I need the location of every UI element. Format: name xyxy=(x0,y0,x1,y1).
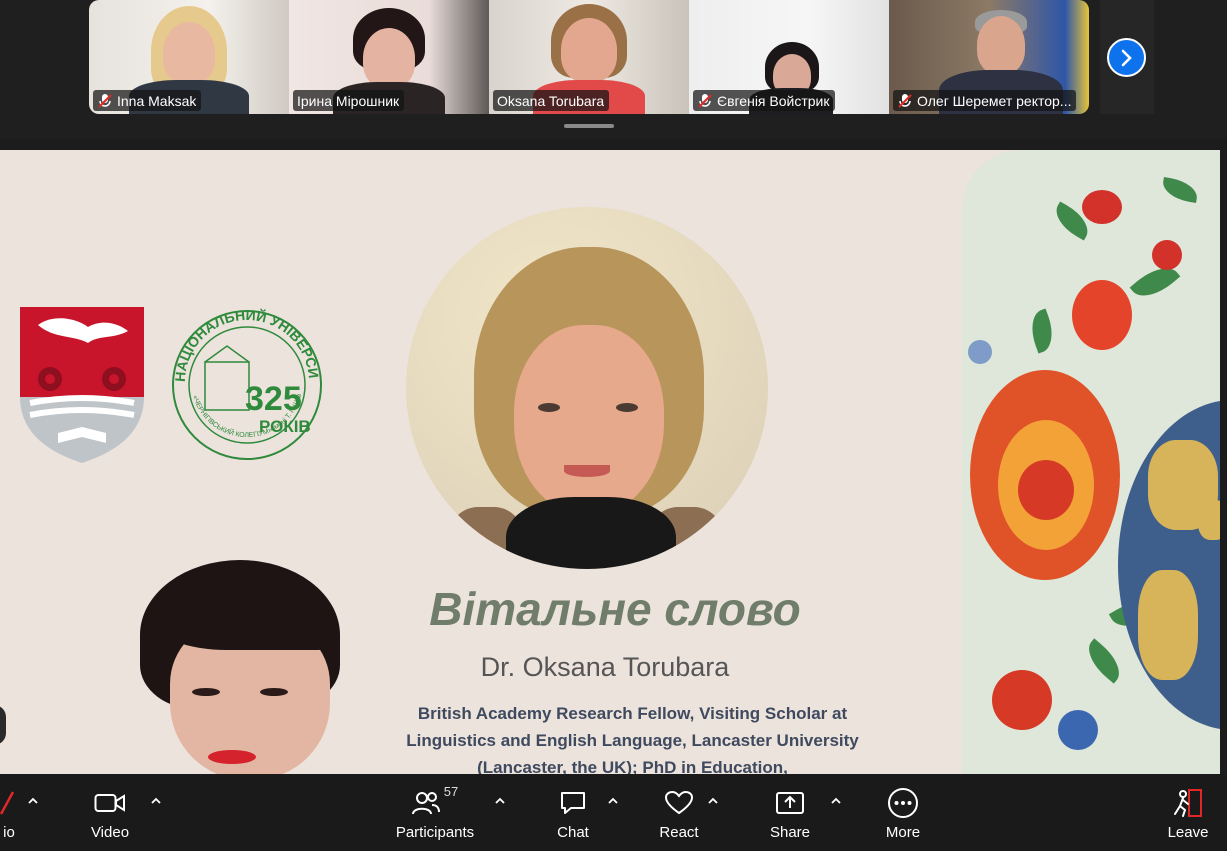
share-label: Share xyxy=(769,824,811,841)
meeting-toolbar: io Video 57 Participants Chat React Shar… xyxy=(0,774,1227,851)
audio-label: io xyxy=(3,824,15,841)
slide-title: Вітальне слово xyxy=(429,583,801,635)
react-label: React xyxy=(659,824,699,841)
chat-bubble-icon xyxy=(561,792,585,814)
leave-door-icon xyxy=(1174,789,1202,817)
chat-button[interactable]: Chat xyxy=(548,774,598,851)
presenter-video-overlay xyxy=(140,560,380,774)
participant-name: Oksana Torubara xyxy=(497,92,605,109)
video-options-caret-icon[interactable] xyxy=(149,794,163,808)
slide-speaker-description: British Academy Research Fellow, Visitin… xyxy=(406,704,859,774)
more-button[interactable]: More xyxy=(876,774,930,851)
audio-options-caret-icon[interactable] xyxy=(26,794,40,808)
share-screen-icon xyxy=(776,792,804,814)
strip-resize-handle[interactable] xyxy=(564,124,614,128)
participant-name-bar: Євгенія Войстрик xyxy=(693,90,835,111)
participants-options-caret-icon[interactable] xyxy=(493,794,507,808)
participant-strip: Inna Maksak Ірина Мірошник Oksana Toruba… xyxy=(0,0,1227,138)
participant-tile[interactable]: Inna Maksak xyxy=(89,0,289,114)
chevron-right-icon xyxy=(1107,38,1146,77)
participants-label: Participants xyxy=(395,824,475,841)
participant-name-bar: Ірина Мірошник xyxy=(293,90,405,111)
svg-text:325: 325 xyxy=(245,380,302,418)
audio-button[interactable]: io xyxy=(0,774,24,851)
participant-name: Олег Шеремет ректор... xyxy=(917,92,1072,109)
share-screen-button[interactable]: Share xyxy=(764,774,816,851)
participant-tile[interactable]: Євгенія Войстрик xyxy=(689,0,889,114)
mic-muted-icon xyxy=(698,93,712,108)
leave-label: Leave xyxy=(1167,824,1209,841)
mic-muted-icon xyxy=(0,791,15,815)
more-label: More xyxy=(885,824,921,841)
participant-name-bar: Inna Maksak xyxy=(93,90,202,111)
heart-icon xyxy=(664,790,694,815)
mic-muted-icon xyxy=(898,93,912,108)
zoom-meeting-window: Inna Maksak Ірина Мірошник Oksana Toruba… xyxy=(0,0,1227,851)
participant-name-bar: Oksana Torubara xyxy=(493,90,610,111)
lancaster-university-logo xyxy=(20,307,144,463)
participant-tile-active-speaker[interactable]: Oksana Torubara xyxy=(489,0,689,114)
svg-text:НАЦІОНАЛЬНИЙ УНІВЕРСИТЕТ: НАЦІОНАЛЬНИЙ УНІВЕРСИТЕТ xyxy=(165,300,322,382)
participant-name-bar: Олег Шеремет ректор... xyxy=(893,90,1077,111)
react-options-caret-icon[interactable] xyxy=(706,794,720,808)
next-participants-button[interactable] xyxy=(1100,0,1154,114)
slide-speaker-name: Dr. Oksana Torubara xyxy=(480,652,730,682)
video-camera-icon xyxy=(94,794,125,812)
side-panel-handle[interactable] xyxy=(0,705,6,745)
participant-name: Євгенія Войстрик xyxy=(717,92,830,109)
video-button[interactable]: Video xyxy=(80,774,140,851)
chat-label: Chat xyxy=(557,824,589,841)
participant-name: Ірина Мірошник xyxy=(297,92,400,109)
leave-meeting-button[interactable]: Leave xyxy=(1162,774,1214,851)
video-label: Video xyxy=(90,824,130,841)
mic-muted-icon xyxy=(98,93,112,108)
svg-text:РОКІВ: РОКІВ xyxy=(259,417,311,436)
more-dots-icon xyxy=(888,788,918,818)
chat-options-caret-icon[interactable] xyxy=(606,794,620,808)
shared-screen: НАЦІОНАЛЬНИЙ УНІВЕРСИТЕТ «ЧЕРНІГІВСЬКИЙ … xyxy=(0,150,1220,774)
participant-tile[interactable]: Ірина Мірошник xyxy=(289,0,489,114)
participant-name: Inna Maksak xyxy=(117,92,197,109)
participants-button[interactable]: 57 Participants xyxy=(390,774,480,851)
participants-count: 57 xyxy=(443,784,459,799)
speaker-portrait xyxy=(406,207,768,569)
participants-icon xyxy=(411,792,440,815)
chernihiv-collegium-university-logo: НАЦІОНАЛЬНИЙ УНІВЕРСИТЕТ «ЧЕРНІГІВСЬКИЙ … xyxy=(160,287,330,465)
participant-tile[interactable]: Олег Шеремет ректор... xyxy=(889,0,1089,114)
share-options-caret-icon[interactable] xyxy=(829,794,843,808)
react-button[interactable]: React xyxy=(652,774,706,851)
